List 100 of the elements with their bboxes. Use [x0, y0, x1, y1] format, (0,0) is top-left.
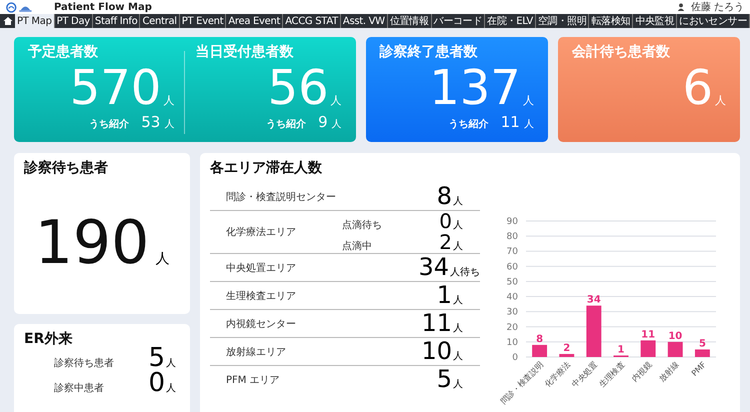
card-title: 会計待ち患者数	[572, 43, 671, 61]
area-name: PFM エリア	[226, 374, 281, 386]
nav-tab[interactable]: 中央監視	[633, 14, 678, 28]
nav-tab[interactable]: 転落検知	[589, 14, 634, 28]
count-value: 137	[429, 63, 521, 113]
unit-label: 人	[330, 93, 342, 108]
unit-label: 人	[453, 240, 463, 253]
category-label: 内視鏡	[630, 360, 654, 384]
nav-tab[interactable]: 位置情報	[388, 14, 432, 28]
area-name: 問診・検査説明センター	[226, 190, 337, 204]
area-name: 生理検査エリア	[226, 290, 297, 302]
row-label: 診察待ち患者	[53, 356, 115, 371]
unit-label: 人	[522, 93, 534, 108]
count-value: 570	[70, 63, 162, 113]
data-label: 10	[668, 330, 682, 342]
count-value: 34	[417, 254, 449, 278]
count-value: 6	[682, 63, 713, 113]
data-label: 11	[641, 329, 656, 340]
count-value: 1	[436, 282, 452, 306]
axis-tick: 10	[506, 338, 518, 348]
unit-label: 人	[164, 118, 174, 131]
referral-value: 11	[500, 113, 520, 131]
unit-label: 人	[453, 294, 463, 306]
nav-tab[interactable]: PT Event	[180, 14, 226, 28]
status-label: 点滴中	[342, 241, 372, 252]
nav-tab[interactable]: バーコード	[432, 14, 486, 28]
unit-label: 人	[453, 194, 463, 208]
unit-label: 人	[166, 382, 176, 396]
referral-label: うち紹介	[89, 118, 130, 131]
nav-tab[interactable]: Asst. VW	[340, 14, 388, 28]
nav-tab[interactable]: ACCG STAT	[283, 14, 341, 28]
category-label: 中央処置	[570, 360, 600, 390]
user-icon	[676, 3, 685, 11]
unit-label: 人	[453, 378, 463, 390]
bar	[640, 340, 656, 357]
card-title: 予定患者数	[28, 43, 99, 61]
data-label: 8	[536, 334, 544, 345]
axis-tick: 80	[506, 232, 518, 242]
bar	[532, 344, 548, 357]
axis-tick: 30	[506, 308, 518, 318]
data-label: 34	[586, 294, 601, 306]
status-label: 点滴待ち	[342, 220, 382, 231]
count-value: 5	[148, 348, 165, 368]
nav-tab[interactable]: 在院・ELV	[485, 14, 536, 28]
axis-tick: 50	[506, 277, 518, 288]
category-label: 放射線	[657, 360, 681, 384]
unit-label: 人	[163, 93, 174, 108]
unit-label: 人待ち	[450, 266, 480, 278]
app-title: Patient Flow Map	[54, 2, 152, 12]
nav-tab[interactable]: 空調・照明	[536, 14, 590, 28]
unit-label: 人	[453, 219, 463, 232]
referral-value: 9	[318, 113, 328, 131]
area-name: 中央処置エリア	[226, 262, 297, 274]
unit-label: 人	[453, 322, 463, 334]
referral-label: うち紹介	[266, 118, 306, 131]
nav-tab[interactable]: Staff Info	[92, 14, 140, 28]
referral-label: うち紹介	[448, 118, 489, 131]
count-value: 8	[436, 184, 452, 208]
axis-tick: 20	[506, 322, 518, 333]
unit-label: 人	[714, 93, 726, 108]
unit-label: 人	[155, 250, 170, 268]
card-title: 当日受付患者数	[195, 43, 294, 61]
data-label: 1	[618, 344, 624, 356]
area-name: 化学療法エリア	[226, 226, 297, 239]
category-label: 生理検査	[597, 360, 626, 390]
count-value: 0	[438, 211, 452, 231]
panel-title: ER外来	[24, 330, 74, 348]
referral-value: 53	[141, 113, 160, 131]
count-value: 56	[268, 63, 329, 113]
category-label: 化学療法	[543, 360, 572, 390]
nav-tab[interactable]: PT Day	[54, 14, 93, 28]
count-value: 0	[148, 373, 165, 393]
bar	[559, 354, 574, 357]
user-name: 佐藤 たろう	[690, 0, 744, 14]
bar	[694, 349, 710, 357]
nav-tab[interactable]: Area Event	[226, 14, 284, 28]
axis-tick: 70	[506, 247, 518, 258]
axis-tick: 40	[506, 292, 518, 303]
area-name: 内視鏡センター	[226, 318, 297, 330]
unit-label: 人	[332, 118, 342, 131]
area-name: 放射線エリア	[226, 346, 287, 358]
card-title: 診察終了患者数	[380, 43, 479, 61]
data-label: 5	[698, 338, 706, 350]
category-label: 問診・検査説明	[499, 360, 545, 406]
count-value: 5	[436, 366, 452, 390]
unit-label: 人	[524, 118, 534, 131]
count-value: 11	[420, 310, 452, 334]
bar	[668, 342, 683, 357]
nav-tab[interactable]: Central	[140, 14, 180, 28]
panel-title: 診察待ち患者	[24, 159, 109, 177]
panel-title: 各エリア滞在人数	[210, 159, 323, 177]
unit-label: 人	[453, 350, 463, 362]
count-value: 10	[420, 338, 452, 362]
nav-tab[interactable]: PT Map	[15, 14, 55, 28]
nav-tab[interactable]: においセンサー	[677, 14, 750, 28]
count-value: 190	[34, 211, 150, 275]
axis-tick: 90	[506, 217, 518, 227]
axis-tick: 60	[506, 262, 518, 272]
data-label: 2	[563, 342, 570, 354]
bar	[586, 306, 602, 357]
